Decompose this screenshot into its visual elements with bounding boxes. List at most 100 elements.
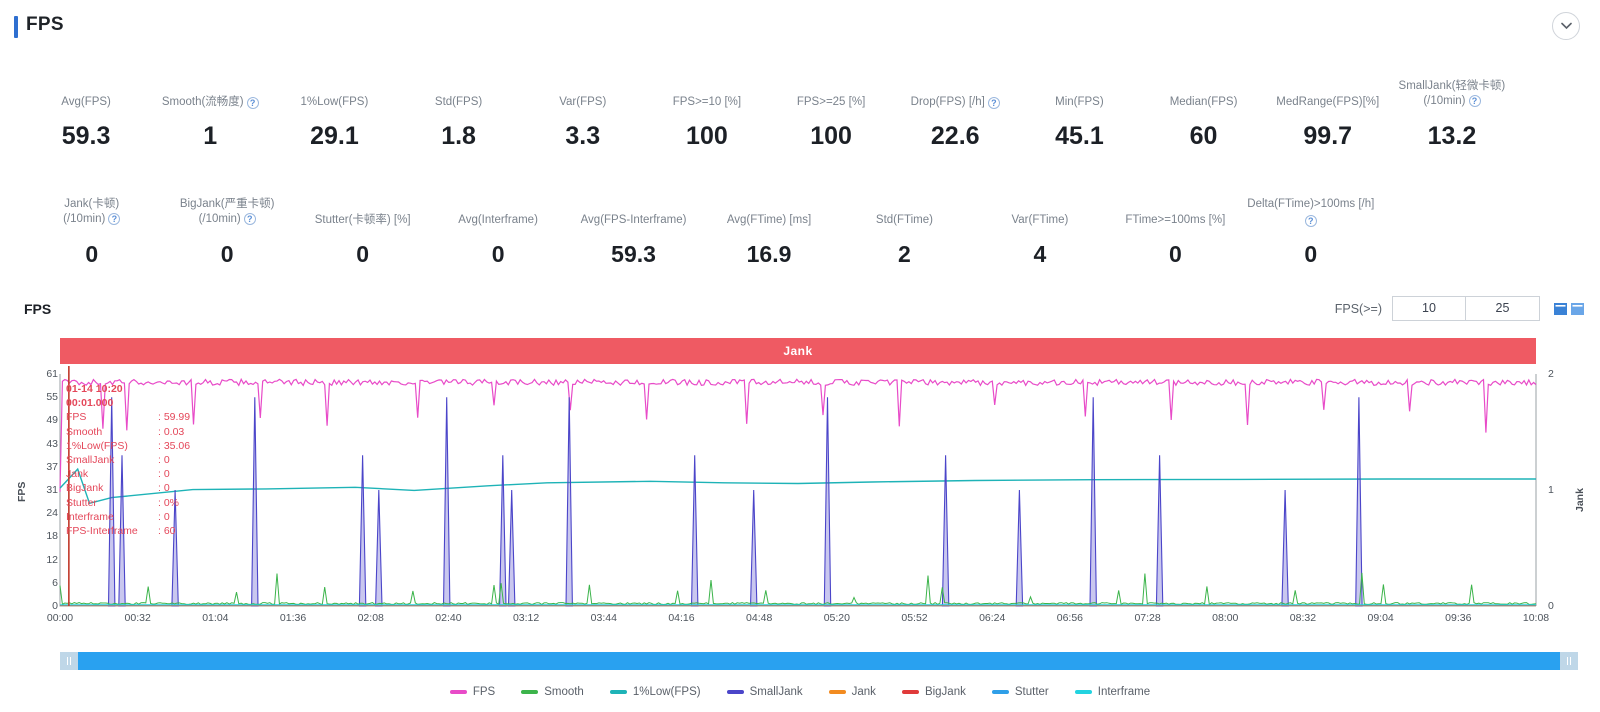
jank-spike bbox=[1281, 489, 1289, 607]
x-axis-tick: 06:56 bbox=[1056, 612, 1084, 624]
legend-item[interactable]: 1%Low(FPS) bbox=[609, 686, 701, 698]
x-axis-ticks: 00:00 00:32 01:04 01:36 02:08 02:40 03:12 03:44… bbox=[47, 612, 1549, 632]
timeline-scrollbar[interactable] bbox=[60, 652, 1578, 670]
metric-label: Median(FPS) bbox=[1143, 78, 1263, 110]
collapse-panel-button[interactable] bbox=[1552, 12, 1580, 40]
metric-value: 0 bbox=[1304, 241, 1318, 267]
metric-card: 1%Low(FPS) 29.1 bbox=[272, 78, 396, 151]
x-axis-tick: 05:20 bbox=[823, 612, 850, 624]
metric-label-line2: (/10min) bbox=[1423, 95, 1466, 107]
jank-spike bbox=[442, 397, 451, 607]
chart-area-icon[interactable] bbox=[1571, 302, 1584, 315]
chart-canvas bbox=[59, 366, 1537, 607]
metric-label-text: FPS>=10 [%] bbox=[672, 96, 742, 108]
metric-label-line2: (/10min) bbox=[198, 213, 241, 225]
series-path bbox=[59, 467, 1536, 505]
threshold-low-input[interactable]: 10 bbox=[1392, 296, 1466, 321]
scrollbar-handle-right[interactable] bbox=[1560, 652, 1578, 670]
metric-label: 1%Low(FPS) bbox=[274, 78, 394, 110]
info-icon[interactable]: ? bbox=[246, 97, 259, 109]
metric-label: Stutter(卡顿率) [%] bbox=[297, 196, 428, 228]
x-axis-tick: 00:00 bbox=[46, 612, 74, 624]
header-accent-bar bbox=[14, 16, 18, 38]
jank-spike bbox=[749, 489, 758, 607]
jank-spike bbox=[507, 489, 516, 607]
legend-item[interactable]: Interframe bbox=[1074, 686, 1151, 698]
fps-chart[interactable]: Jank FPS Jank 61 55 49 43 37 31 24 18 12 6 0 210 0… bbox=[16, 330, 1586, 640]
legend-swatch bbox=[449, 690, 467, 694]
chart-legend: FPS Smooth 1%Low(FPS) SmallJank Jank BigJank S… bbox=[0, 680, 1600, 704]
legend-item[interactable]: Smooth bbox=[521, 686, 584, 698]
chart-bar-icon[interactable] bbox=[1554, 302, 1567, 315]
series-path bbox=[59, 572, 1537, 606]
legend-item[interactable]: Jank bbox=[828, 686, 876, 698]
metric-label: FTime>=100ms [%] bbox=[1110, 196, 1241, 228]
chart-title: FPS bbox=[24, 301, 52, 317]
metric-label-text: FPS>=25 [%] bbox=[796, 96, 866, 108]
page-title: FPS bbox=[26, 14, 64, 35]
metric-label: Min(FPS) bbox=[1019, 78, 1139, 110]
metric-card: Delta(FTime)>100ms [/h]? 0 bbox=[1243, 196, 1378, 269]
jank-spike bbox=[941, 455, 950, 607]
metric-value: 2 bbox=[898, 241, 911, 267]
metric-label-line1: BigJank(严重卡顿) bbox=[179, 198, 275, 210]
metric-value: 100 bbox=[686, 122, 728, 150]
legend-item[interactable]: SmallJank bbox=[726, 686, 803, 698]
metric-label-text: 1%Low(FPS) bbox=[300, 96, 369, 108]
metric-label: BigJank(严重卡顿) (/10min)? bbox=[161, 196, 292, 228]
metric-card: Min(FPS) 45.1 bbox=[1017, 78, 1141, 151]
metric-card: FPS>=10 [%] 100 bbox=[645, 78, 769, 151]
metric-label-text: Min(FPS) bbox=[1055, 96, 1104, 108]
info-icon[interactable]: ? bbox=[108, 212, 121, 225]
info-icon[interactable]: ? bbox=[1468, 94, 1481, 107]
info-icon[interactable]: ? bbox=[243, 212, 256, 225]
metric-label-line1: Jank(卡顿) bbox=[64, 198, 120, 210]
legend-swatch bbox=[726, 690, 744, 694]
jank-spike bbox=[499, 455, 507, 607]
metric-card: Std(FTime) 2 bbox=[837, 196, 972, 269]
metric-value: 45.1 bbox=[1055, 122, 1104, 150]
legend-label: Smooth bbox=[544, 686, 584, 698]
jank-spike bbox=[1015, 489, 1024, 607]
metric-card: Avg(FPS-Interframe) 59.3 bbox=[566, 196, 701, 269]
x-axis-tick: 03:12 bbox=[512, 612, 540, 624]
metric-value: 60 bbox=[1189, 122, 1218, 150]
info-icon[interactable]: ? bbox=[987, 97, 1000, 109]
metric-value: 3.3 bbox=[565, 122, 601, 150]
legend-label: Jank bbox=[851, 686, 876, 698]
metric-value: 1 bbox=[203, 122, 218, 150]
x-axis-tick: 00:32 bbox=[124, 612, 151, 624]
metric-value: 100 bbox=[810, 122, 852, 150]
jank-spike bbox=[375, 489, 383, 607]
chart-toolbar: FPS(>=) 10 25 bbox=[1335, 296, 1584, 321]
legend-label: Interframe bbox=[1097, 686, 1151, 698]
threshold-high-input[interactable]: 25 bbox=[1466, 296, 1540, 321]
scrollbar-handle-left[interactable] bbox=[60, 652, 78, 670]
x-axis-tick: 03:44 bbox=[590, 612, 617, 624]
x-axis-tick: 04:16 bbox=[668, 612, 695, 624]
metric-card: Avg(FTime) [ms] 16.9 bbox=[701, 196, 836, 269]
x-axis-tick: 02:08 bbox=[357, 612, 384, 624]
legend-item[interactable]: FPS bbox=[449, 686, 495, 698]
metric-label-text: Var(FPS) bbox=[559, 96, 607, 108]
jank-spike bbox=[690, 455, 699, 607]
fps-threshold-label: FPS(>=) bbox=[1334, 301, 1382, 316]
metric-label-text: Std(FPS) bbox=[434, 96, 483, 108]
fps-dashboard: FPS Avg(FPS) 59.3 Smooth(流畅度)? 1 1%Low(FPS) 2… bbox=[0, 0, 1600, 712]
metric-card: FTime>=100ms [%] 0 bbox=[1108, 196, 1243, 269]
metric-card: BigJank(严重卡顿) (/10min)? 0 bbox=[159, 196, 294, 269]
legend-swatch bbox=[1074, 690, 1092, 694]
legend-item[interactable]: BigJank bbox=[901, 686, 966, 698]
x-axis-tick: 05:52 bbox=[901, 612, 928, 624]
metric-label: Smooth(流畅度)? bbox=[150, 78, 270, 110]
metric-label-line2: (/10min) bbox=[63, 213, 106, 225]
metric-label-text: Stutter(卡顿率) [%] bbox=[314, 214, 411, 226]
metric-value: 29.1 bbox=[310, 122, 359, 150]
series-path bbox=[59, 377, 1537, 492]
info-icon[interactable]: ? bbox=[1304, 215, 1317, 227]
legend-item[interactable]: Stutter bbox=[991, 686, 1049, 698]
metric-value: 59.3 bbox=[611, 241, 656, 267]
metric-card: Var(FTime) 4 bbox=[972, 196, 1107, 269]
metric-value: 13.2 bbox=[1427, 122, 1477, 150]
metric-label-text: Delta(FTime)>100ms [/h] bbox=[1247, 198, 1375, 210]
